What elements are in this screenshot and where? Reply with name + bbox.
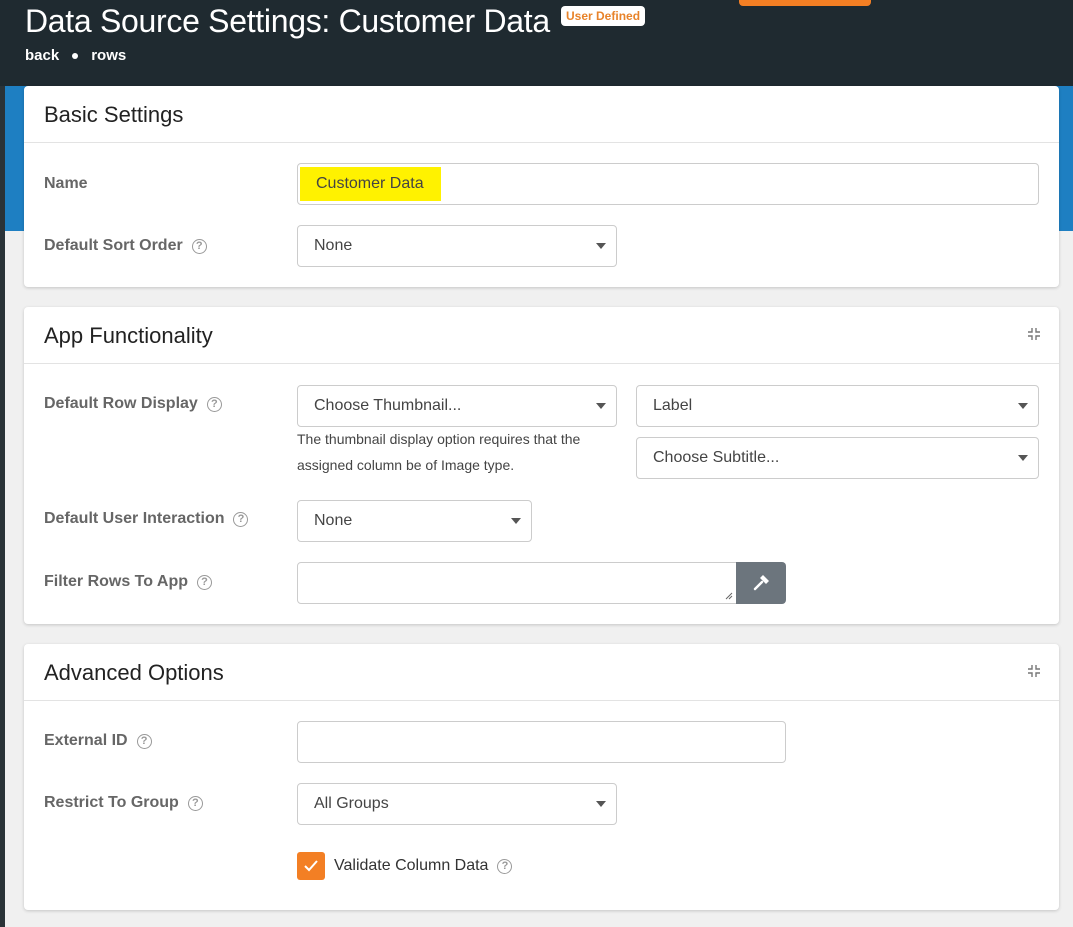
panel-header: App Functionality [24,307,1059,364]
action-button[interactable] [739,0,871,6]
subtitle-value: Choose Subtitle... [653,449,780,466]
interaction-label-text: Default User Interaction [44,510,225,527]
row-display-label-text: Default Row Display [44,395,198,412]
help-circle-icon[interactable]: ? [136,733,152,749]
external-id-label: External ID ? [44,732,152,750]
chevron-down-icon [1018,455,1028,461]
top-header: Data Source Settings: Customer Data User… [0,0,1073,86]
sort-value: None [314,237,353,254]
sort-label-text: Default Sort Order [44,237,183,254]
restrict-to-group-label: Restrict To Group ? [44,794,203,812]
name-label-text: Name [44,175,88,192]
thumbnail-value: Choose Thumbnail... [314,397,462,414]
panel-title: App Functionality [44,323,213,348]
restrict-to-group-select[interactable]: All Groups [297,783,617,825]
left-edge [0,86,5,927]
help-circle-icon[interactable]: ? [187,795,203,811]
name-input[interactable]: Customer Data [297,163,1039,205]
user-defined-badge: User Defined [561,6,646,26]
breadcrumb-back-link[interactable]: back [25,47,59,64]
external-id-label-text: External ID [44,732,128,749]
chevron-down-icon [596,243,606,249]
help-circle-icon[interactable]: ? [197,574,212,590]
validate-column-data-checkbox[interactable] [297,852,325,880]
chevron-down-icon [596,403,606,409]
chevron-down-icon [596,801,606,807]
filter-rows-textarea[interactable] [297,562,737,604]
group-label-text: Restrict To Group [44,794,179,811]
panel-header: Advanced Options [24,644,1059,701]
help-circle-icon[interactable]: ? [497,858,513,874]
panel-header: Basic Settings [24,86,1059,143]
chevron-down-icon [511,518,521,524]
filter-label-text: Filter Rows To App [44,573,188,590]
resize-grip-icon[interactable] [725,592,733,600]
wrench-icon [753,575,769,591]
thumbnail-select[interactable]: Choose Thumbnail... [297,385,617,427]
collapse-icon[interactable] [1027,327,1041,341]
interaction-value: None [314,512,353,529]
default-row-display-label: Default Row Display ? [44,395,222,413]
default-user-interaction-label: Default User Interaction ? [44,510,249,528]
name-label: Name [44,175,88,193]
validate-column-data-label: Validate Column Data ? [334,857,513,875]
label-value: Label [653,397,693,414]
panel-title: Advanced Options [44,660,224,685]
name-value: Customer Data [300,167,441,201]
default-sort-order-label: Default Sort Order ? [44,237,207,255]
subtitle-select[interactable]: Choose Subtitle... [636,437,1039,479]
default-sort-order-select[interactable]: None [297,225,617,267]
breadcrumb-rows-link[interactable]: rows [91,47,126,64]
help-circle-icon[interactable]: ? [206,396,222,412]
breadcrumb-separator [72,52,79,59]
help-circle-icon[interactable]: ? [191,238,207,254]
filter-rows-label: Filter Rows To App ? [44,573,212,591]
collapse-icon[interactable] [1027,664,1041,678]
basic-settings-panel: Basic Settings Name Customer Data Defaul… [24,86,1059,287]
default-user-interaction-select[interactable]: None [297,500,532,542]
validate-label-text: Validate Column Data [334,857,489,874]
help-circle-icon[interactable]: ? [233,511,249,527]
breadcrumb: back rows [25,47,126,64]
thumbnail-hint: The thumbnail display option requires th… [297,431,581,473]
label-select[interactable]: Label [636,385,1039,427]
advanced-options-panel: Advanced Options External ID ? Restrict … [24,644,1059,910]
app-functionality-panel: App Functionality Default Row Display ? … [24,307,1059,624]
page-title: Data Source Settings: Customer Data [25,3,550,39]
panel-title: Basic Settings [44,102,184,127]
group-value: All Groups [314,795,389,812]
check-icon [304,860,318,872]
external-id-input[interactable] [297,721,786,763]
filter-builder-button[interactable] [736,562,786,604]
chevron-down-icon [1018,403,1028,409]
